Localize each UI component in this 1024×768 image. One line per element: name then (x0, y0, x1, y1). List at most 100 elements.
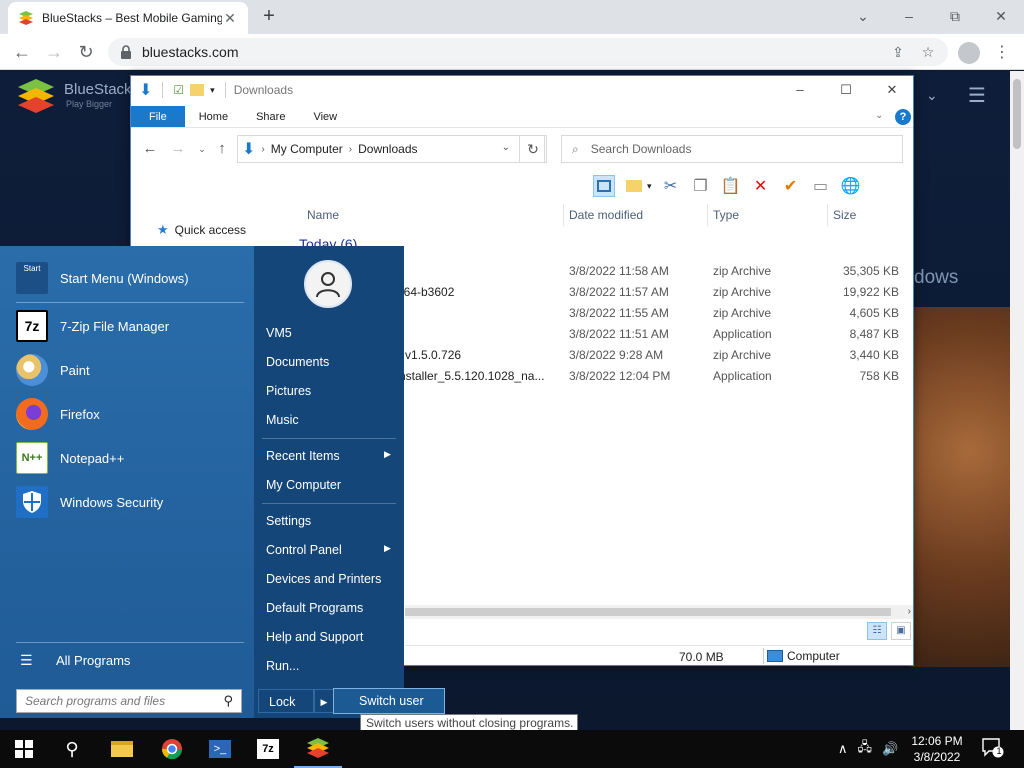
explorer-maximize-button[interactable]: ☐ (823, 80, 869, 100)
address-bar[interactable]: bluestacks.com ⇪ ☆ (108, 38, 948, 66)
help-icon[interactable]: ? (895, 109, 911, 125)
link-devices-printers[interactable]: Devices and Printers (266, 572, 381, 586)
switch-user-menu-item[interactable]: Switch user (333, 688, 445, 714)
program-7zip[interactable]: 7z 7-Zip File Manager (16, 310, 169, 342)
explorer-minimize-button[interactable]: – (777, 80, 823, 100)
up-folder-icon[interactable]: ↑ (213, 140, 231, 158)
reload-icon[interactable]: ↻ (74, 40, 98, 64)
link-default-programs[interactable]: Default Programs (266, 601, 363, 615)
column-header-size[interactable]: Size (833, 208, 856, 222)
all-programs-button[interactable]: ☰ All Programs (20, 652, 130, 669)
program-firefox[interactable]: Firefox (16, 398, 100, 430)
column-header-date[interactable]: Date modified (569, 208, 643, 222)
clock-time: 12:06 PM (911, 734, 963, 748)
page-scrollbar[interactable] (1010, 71, 1024, 730)
recent-locations-icon[interactable]: ⌄ (193, 140, 211, 158)
explorer-forward-icon[interactable]: → (169, 140, 187, 158)
7zip-taskbar-icon[interactable]: 7z (244, 730, 292, 768)
scroll-right-icon[interactable]: › (908, 605, 911, 619)
checkmark-icon[interactable]: ✔ (780, 175, 802, 197)
share-icon[interactable]: ⇪ (890, 44, 906, 60)
link-control-panel[interactable]: Control Panel ▶ (266, 543, 400, 557)
link-user[interactable]: VM5 (266, 326, 292, 340)
tab-close-icon[interactable]: ✕ (222, 10, 238, 26)
tab-view[interactable]: View (299, 106, 351, 127)
address-dropdown-icon[interactable]: ⌄ (502, 142, 510, 153)
power-options-arrow-icon[interactable]: ▶ (314, 689, 334, 713)
refresh-button[interactable]: ↻ (519, 135, 547, 163)
hamburger-menu-icon[interactable]: ☰ (968, 83, 986, 108)
ribbon-expand-icon[interactable]: ⌄ (875, 110, 883, 121)
column-header-type[interactable]: Type (713, 208, 739, 222)
new-folder-dropdown-icon[interactable]: ▾ (647, 181, 652, 192)
link-help-support[interactable]: Help and Support (266, 630, 363, 644)
profile-avatar-icon[interactable] (958, 42, 980, 64)
large-icons-view-icon[interactable]: ▣ (891, 622, 911, 640)
breadcrumb-downloads[interactable]: Downloads (358, 142, 417, 156)
link-my-computer[interactable]: My Computer (266, 478, 341, 492)
start-search-placeholder: Search programs and files (25, 694, 166, 708)
link-recent-items[interactable]: Recent Items ▶ (266, 449, 400, 463)
tab-file[interactable]: File (131, 106, 185, 127)
link-pictures[interactable]: Pictures (266, 384, 311, 398)
powershell-taskbar-icon[interactable]: >_ (196, 730, 244, 768)
bookmark-star-icon[interactable]: ☆ (920, 44, 936, 60)
new-folder-toolbar-icon[interactable] (623, 175, 645, 197)
copy-icon[interactable]: ❐ (690, 175, 712, 197)
chevron-down-icon[interactable]: ⌄ (926, 87, 938, 104)
windows-logo-icon (15, 740, 33, 758)
taskbar-clock[interactable]: 12:06 PM 3/8/2022 (906, 733, 968, 765)
preview-pane-icon[interactable] (593, 175, 615, 197)
explorer-close-button[interactable]: ✕ (869, 80, 915, 100)
column-header-name[interactable]: Name (307, 208, 339, 222)
network-icon[interactable]: 🖧 (858, 738, 873, 760)
bluestacks-taskbar-icon[interactable] (294, 730, 342, 768)
close-button[interactable]: ✕ (978, 4, 1024, 28)
user-avatar[interactable] (304, 260, 352, 308)
taskbar-search-icon[interactable]: ⚲ (48, 730, 96, 768)
minimize-button[interactable]: – (886, 4, 932, 28)
browser-tab[interactable]: BlueStacks – Best Mobile Gaming ✕ (8, 2, 248, 34)
new-tab-button[interactable]: + (258, 6, 280, 28)
restore-button[interactable]: ⧉ (932, 4, 978, 28)
status-selected-size: 70.0 MB (679, 650, 724, 664)
program-label: Start Menu (Windows) (60, 270, 189, 286)
rename-icon[interactable]: ▭ (810, 175, 832, 197)
properties-icon[interactable]: ☑ (173, 83, 184, 97)
program-notepadpp[interactable]: N++ Notepad++ (16, 442, 124, 474)
tab-search-icon[interactable]: ⌄ (840, 4, 886, 28)
explorer-address-box[interactable]: ⬇ › My Computer › Downloads ⌄ (237, 135, 545, 163)
lock-button[interactable]: Lock (258, 689, 314, 713)
link-settings[interactable]: Settings (266, 514, 311, 528)
program-windows-security[interactable]: Windows Security (16, 486, 163, 518)
horizontal-scrollbar[interactable]: › (405, 605, 913, 619)
quick-access-item[interactable]: ★ Quick access (157, 222, 246, 238)
paste-icon[interactable]: 📋 (720, 175, 742, 197)
program-paint[interactable]: Paint (16, 354, 90, 386)
tab-share[interactable]: Share (242, 106, 299, 127)
explorer-search-input[interactable]: ⌕ Search Downloads (561, 135, 903, 163)
tab-home[interactable]: Home (185, 106, 242, 127)
details-view-icon[interactable]: ☷ (867, 622, 887, 640)
program-start-menu-windows[interactable]: Start Start Menu (Windows) (16, 262, 189, 294)
qat-dropdown-icon[interactable]: ▾ (210, 85, 215, 96)
link-music[interactable]: Music (266, 413, 299, 427)
chrome-taskbar-icon[interactable] (148, 730, 196, 768)
volume-icon[interactable]: 🔊 (882, 741, 898, 757)
tray-overflow-icon[interactable]: ∧ (838, 741, 848, 757)
delete-icon[interactable]: ✕ (750, 175, 772, 197)
cut-icon[interactable]: ✂ (660, 175, 682, 197)
start-search-input[interactable]: Search programs and files ⚲ (16, 689, 242, 713)
file-explorer-taskbar-icon[interactable] (98, 730, 146, 768)
new-folder-icon[interactable] (190, 84, 205, 96)
forward-icon[interactable]: → (42, 40, 66, 64)
chrome-menu-icon[interactable]: ⋮ (992, 42, 1012, 64)
notification-center-icon[interactable]: 1 (982, 738, 1006, 760)
start-button[interactable] (0, 730, 48, 768)
back-icon[interactable]: ← (10, 40, 34, 64)
globe-icon[interactable]: 🌐 (840, 175, 862, 197)
explorer-back-icon[interactable]: ← (141, 140, 159, 158)
link-run[interactable]: Run... (266, 659, 299, 673)
breadcrumb-my-computer[interactable]: My Computer (271, 142, 343, 156)
link-documents[interactable]: Documents (266, 355, 329, 369)
